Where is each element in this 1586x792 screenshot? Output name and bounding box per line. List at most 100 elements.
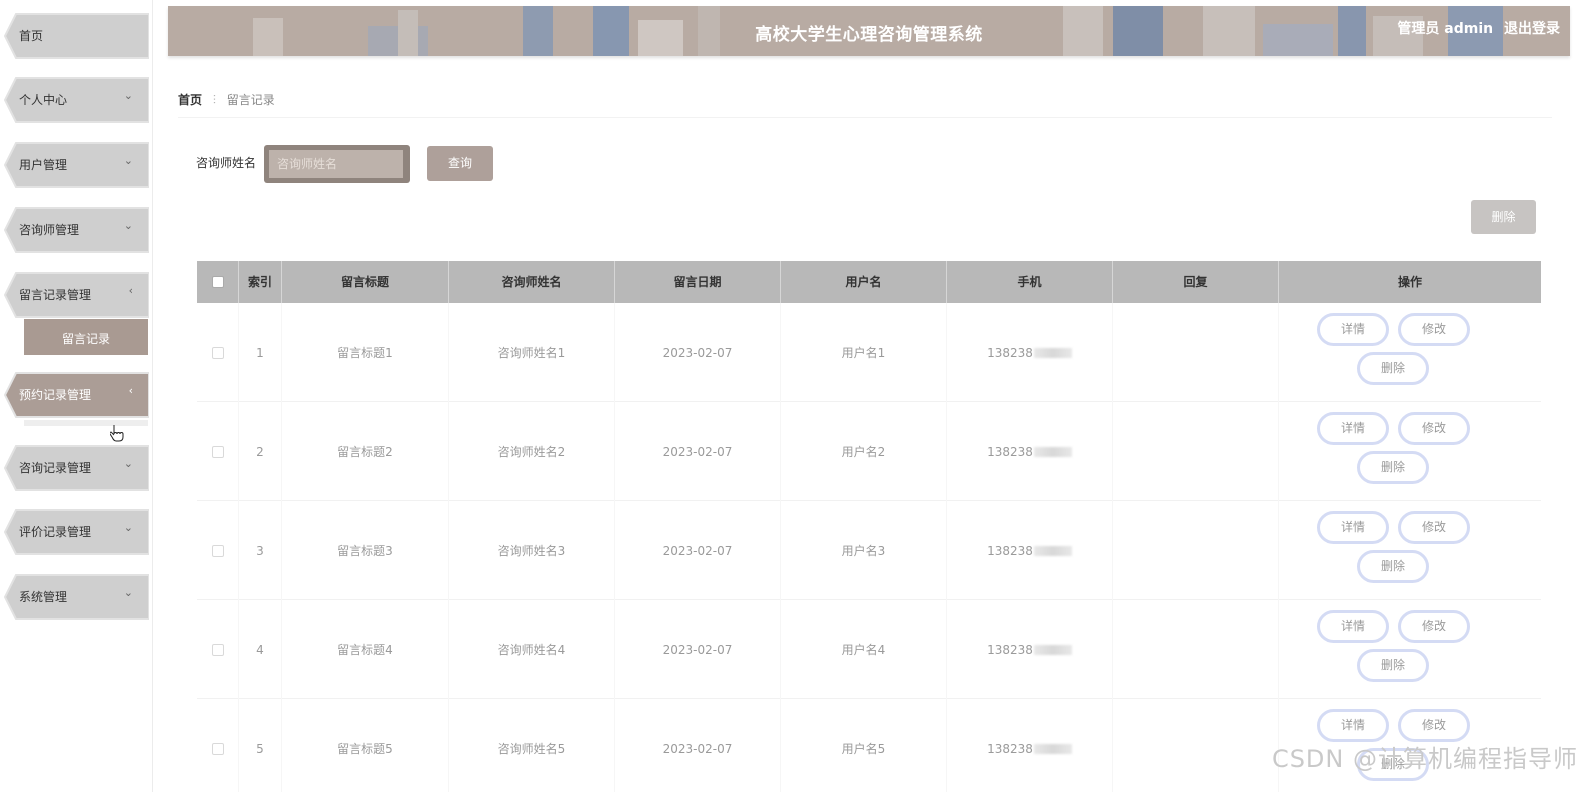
row-select-cell <box>197 501 239 600</box>
delete-button[interactable]: 删除 <box>1357 352 1429 385</box>
sidebar-item-label: 咨询师管理 <box>19 223 80 237</box>
edit-button[interactable]: 修改 <box>1398 511 1470 544</box>
sidebar-item-home[interactable]: 首页 <box>4 13 149 59</box>
sidebar-item-counselor-management[interactable]: 咨询师管理 ⌄ <box>4 207 149 253</box>
sidebar-item-user-management[interactable]: 用户管理 ⌄ <box>4 142 149 188</box>
sidebar-subitem-message-records[interactable]: 留言记录 <box>24 319 148 355</box>
actions-cell: 详情 修改 删除 <box>1279 402 1541 501</box>
counselor-cell: 咨询师姓名4 <box>449 600 615 699</box>
index-cell: 5 <box>239 699 282 792</box>
row-checkbox[interactable] <box>211 643 224 656</box>
column-header: 索引 <box>239 261 282 303</box>
logout-link[interactable]: 退出登录 <box>1504 21 1560 37</box>
delete-button[interactable]: 删除 <box>1357 550 1429 583</box>
batch-delete-button[interactable]: 删除 <box>1471 200 1536 234</box>
username-cell: 用户名2 <box>781 402 947 501</box>
breadcrumb-home[interactable]: 首页 <box>178 93 202 107</box>
row-select-cell <box>197 303 239 402</box>
table-row: 1 留言标题1 咨询师姓名1 2023-02-07 用户名1 138238 详情… <box>197 303 1541 402</box>
delete-button[interactable]: 删除 <box>1357 451 1429 484</box>
chevron-down-icon: ⌄ <box>123 154 133 167</box>
row-checkbox[interactable] <box>211 445 224 458</box>
sidebar-item-consultation-management[interactable]: 咨询记录管理 ⌄ <box>4 445 149 491</box>
actions-cell: 详情 修改 删除 <box>1279 501 1541 600</box>
date-cell: 2023-02-07 <box>615 303 781 402</box>
query-button[interactable]: 查询 <box>427 146 493 181</box>
detail-button[interactable]: 详情 <box>1317 610 1389 643</box>
chevron-left-icon: ‹ <box>128 284 133 297</box>
select-all-cell <box>197 261 239 303</box>
column-header: 留言标题 <box>282 261 449 303</box>
row-select-cell <box>197 699 239 792</box>
actions-cell: 详情 修改 删除 <box>1279 600 1541 699</box>
sidebar-item-system-management[interactable]: 系统管理 ⌄ <box>4 574 149 620</box>
header-user-area: 管理员 admin 退出登录 <box>1391 18 1560 38</box>
breadcrumb-current: 留言记录 <box>226 93 275 107</box>
select-all-checkbox[interactable] <box>211 276 224 288</box>
username-cell: 用户名1 <box>781 303 947 402</box>
sidebar-item-personal-center[interactable]: 个人中心 ⌄ <box>4 77 149 123</box>
title-cell: 留言标题1 <box>282 303 449 402</box>
phone-blur-mask <box>1033 645 1072 655</box>
reply-cell <box>1113 600 1279 699</box>
edit-button[interactable]: 修改 <box>1398 709 1470 742</box>
current-user: 管理员 admin <box>1397 21 1494 37</box>
watermark-text: CSDN @计算机编程指导师 <box>1271 745 1578 773</box>
row-checkbox[interactable] <box>211 742 224 755</box>
counselor-cell: 咨询师姓名5 <box>449 699 615 792</box>
edit-button[interactable]: 修改 <box>1398 313 1470 346</box>
table-header: 索引 留言标题 咨询师姓名 留言日期 用户名 手机 回复 操作 <box>197 261 1541 303</box>
counselor-cell: 咨询师姓名2 <box>449 402 615 501</box>
sidebar-item-review-management[interactable]: 评价记录管理 ⌄ <box>4 509 149 555</box>
chevron-down-icon: ⌄ <box>123 89 133 102</box>
sidebar-item-message-management[interactable]: 留言记录管理 ‹ <box>4 272 149 318</box>
sidebar-item-label: 系统管理 <box>19 590 68 604</box>
phone-blur-mask <box>1033 744 1072 754</box>
sidebar-subitem-label: 留言记录 <box>61 332 110 346</box>
date-cell: 2023-02-07 <box>615 501 781 600</box>
phone-text: 138238 <box>987 741 1033 756</box>
row-checkbox[interactable] <box>211 544 224 557</box>
counselor-cell: 咨询师姓名1 <box>449 303 615 402</box>
date-cell: 2023-02-07 <box>615 402 781 501</box>
detail-button[interactable]: 详情 <box>1317 709 1389 742</box>
submenu-divider <box>24 420 148 426</box>
sidebar-item-label: 预约记录管理 <box>19 388 92 402</box>
reply-cell <box>1113 699 1279 792</box>
chevron-down-icon: ⌄ <box>123 586 133 599</box>
detail-button[interactable]: 详情 <box>1317 313 1389 346</box>
column-header: 回复 <box>1113 261 1279 303</box>
phone-blur-mask <box>1033 348 1072 358</box>
phone-cell: 138238 <box>947 402 1113 501</box>
edit-button[interactable]: 修改 <box>1398 610 1470 643</box>
delete-button[interactable]: 删除 <box>1357 649 1429 682</box>
phone-blur-mask <box>1033 546 1072 556</box>
reply-cell <box>1113 303 1279 402</box>
sidebar-item-label: 首页 <box>19 29 44 43</box>
phone-text: 138238 <box>987 345 1033 360</box>
detail-button[interactable]: 详情 <box>1317 412 1389 445</box>
row-select-cell <box>197 600 239 699</box>
row-select-cell <box>197 402 239 501</box>
hand-cursor-icon <box>110 425 124 442</box>
edit-button[interactable]: 修改 <box>1398 412 1470 445</box>
row-checkbox[interactable] <box>211 346 224 359</box>
chevron-down-icon: ⌄ <box>123 521 133 534</box>
phone-cell: 138238 <box>947 600 1113 699</box>
phone-cell: 138238 <box>947 699 1113 792</box>
column-header: 留言日期 <box>615 261 781 303</box>
sidebar-item-appointment-management[interactable]: 预约记录管理 ‹ <box>4 372 149 418</box>
sidebar-item-label: 个人中心 <box>19 93 68 107</box>
column-header: 用户名 <box>781 261 947 303</box>
chevron-down-icon: ⌄ <box>123 457 133 470</box>
date-cell: 2023-02-07 <box>615 600 781 699</box>
counselor-name-search-input[interactable] <box>269 150 403 178</box>
breadcrumb-separator: ⫶ <box>212 93 216 107</box>
search-label: 咨询师姓名 <box>196 156 257 170</box>
sidebar-item-label: 用户管理 <box>19 158 68 172</box>
index-cell: 3 <box>239 501 282 600</box>
username-cell: 用户名5 <box>781 699 947 792</box>
index-cell: 1 <box>239 303 282 402</box>
table-row: 3 留言标题3 咨询师姓名3 2023-02-07 用户名3 138238 详情… <box>197 501 1541 600</box>
detail-button[interactable]: 详情 <box>1317 511 1389 544</box>
